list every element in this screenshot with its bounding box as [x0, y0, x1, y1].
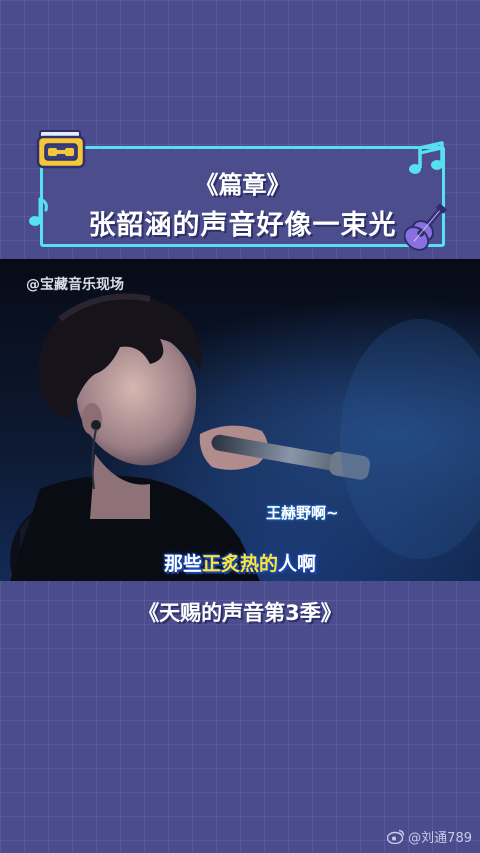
headline: 张韶涵的声音好像一束光 [88, 210, 397, 241]
music-note-icon [29, 197, 48, 226]
double-music-note-icon [409, 141, 444, 174]
singer-image [10, 293, 480, 581]
lyric-highlight: 正炙热的 [201, 553, 278, 575]
show-name: 《天赐的声音第3季》 [138, 601, 342, 625]
title-card: 《篇章》 张韶涵的声音好像一束光 [40, 146, 445, 247]
card-stripe [312, 146, 392, 149]
guitar-icon [404, 203, 447, 251]
weibo-icon [387, 829, 405, 844]
subtitle-caption: 王赫野啊~ [266, 504, 339, 522]
credit-username[interactable]: @刘通789 [408, 827, 472, 846]
weibo-credit: @刘通789 [387, 827, 472, 846]
lyric-part: 人啊 [278, 553, 317, 575]
radio-icon [36, 130, 86, 169]
song-title: 《篇章》 [194, 171, 291, 199]
channel-watermark: @宝藏音乐现场 [26, 277, 124, 293]
video-player[interactable]: @宝藏音乐现场 王赫野啊~ 那些正炙热的人啊 [0, 259, 480, 581]
lyric-part: 那些 [163, 553, 202, 575]
lyric-subtitle: 那些正炙热的人啊 [0, 549, 480, 576]
